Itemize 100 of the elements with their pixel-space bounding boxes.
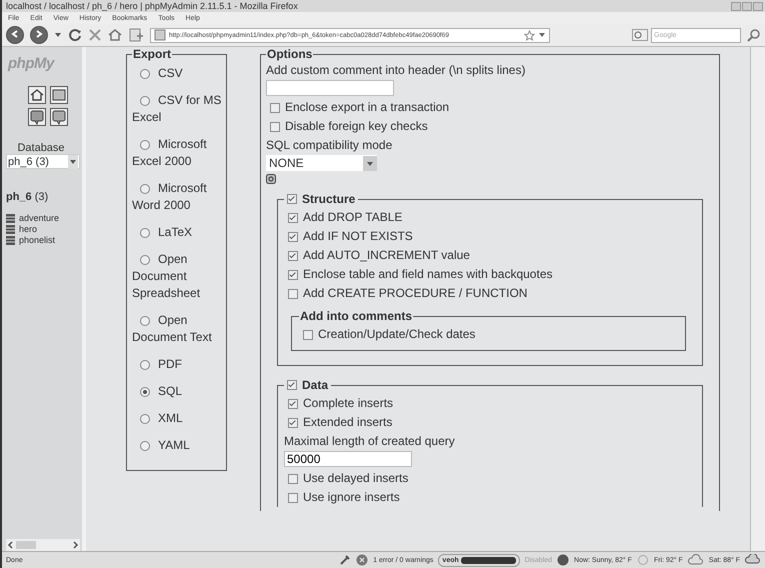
table-icon[interactable] <box>6 214 15 223</box>
scroll-left-icon[interactable] <box>7 541 15 549</box>
back-button[interactable] <box>6 26 24 44</box>
radio-button[interactable] <box>140 316 150 326</box>
radio-button[interactable] <box>140 387 150 397</box>
format-label[interactable]: PDF <box>132 356 226 373</box>
field-label: Add custom comment into header (\n splits lines) <box>266 62 526 79</box>
checkbox-label[interactable]: Add DROP TABLE <box>303 208 402 227</box>
checkbox-label[interactable]: Add CREATE PROCEDURE / FUNCTION <box>303 284 528 303</box>
query-length-input[interactable]: 50000 <box>284 451 412 467</box>
fieldset-legend: Options <box>266 47 314 61</box>
logo: phpMy <box>8 55 56 72</box>
checkbox[interactable] <box>270 122 280 132</box>
page-icon <box>154 29 166 41</box>
weather-icon <box>557 554 570 566</box>
checkbox-label[interactable]: Add AUTO_INCREMENT value <box>303 246 470 265</box>
checkbox-label[interactable]: Enclose export in a transaction <box>285 98 450 117</box>
cloud-icon <box>745 554 761 566</box>
fieldset-legend[interactable]: Structure <box>302 192 356 206</box>
checkbox-label[interactable]: Add IF NOT EXISTS <box>303 227 413 246</box>
checkbox[interactable] <box>288 212 298 222</box>
checkbox[interactable] <box>288 398 298 408</box>
format-label[interactable]: LaTeX <box>132 224 226 241</box>
database-label: Database <box>16 142 66 154</box>
checkbox-label[interactable]: Extended inserts <box>303 413 392 432</box>
checkbox[interactable] <box>288 492 298 502</box>
maximize-button[interactable] <box>742 2 752 10</box>
radio-button[interactable] <box>140 69 150 79</box>
star-icon[interactable] <box>524 30 535 40</box>
dropdown-caret-icon[interactable] <box>538 31 546 39</box>
table-link[interactable]: hero <box>19 224 38 235</box>
query-window-icon[interactable] <box>50 86 68 104</box>
horizontal-scrollbar[interactable] <box>6 539 80 551</box>
checkbox[interactable] <box>288 474 298 484</box>
checkbox[interactable] <box>288 250 298 260</box>
forward-button[interactable] <box>30 26 48 44</box>
vertical-scrollbar[interactable] <box>750 47 765 551</box>
field-label: Maximal length of created query <box>284 433 456 450</box>
table-icon[interactable] <box>6 225 15 234</box>
checkbox-label[interactable]: Creation/Update/Check dates <box>318 325 476 344</box>
stop-icon[interactable] <box>88 28 102 42</box>
table-count: (3) <box>34 191 48 203</box>
dropdown-caret-icon[interactable] <box>54 31 62 39</box>
checkbox-label[interactable]: Use ignore inserts <box>303 488 400 507</box>
home-icon[interactable] <box>108 28 122 42</box>
radio-button[interactable] <box>140 360 150 370</box>
checkbox[interactable] <box>270 102 280 112</box>
checkbox[interactable] <box>287 380 297 390</box>
dropdown-caret-icon <box>363 156 377 170</box>
radio-button[interactable] <box>140 140 150 150</box>
field-label: SQL compatibility mode <box>266 137 394 154</box>
checkbox[interactable] <box>303 330 313 340</box>
checkbox-label[interactable]: Complete inserts <box>303 394 394 413</box>
radio-button[interactable] <box>140 414 150 424</box>
format-label[interactable]: Open Document Text <box>132 312 226 346</box>
checkbox[interactable] <box>288 418 298 428</box>
help-icon[interactable] <box>266 174 276 184</box>
format-label[interactable]: Microsoft Excel 2000 <box>132 136 226 170</box>
database-select[interactable]: ph_6 (3) <box>6 154 80 169</box>
help-icon[interactable] <box>28 108 46 126</box>
fieldset-legend: Export <box>132 47 172 61</box>
radio-button[interactable] <box>140 441 150 451</box>
checkbox-label[interactable]: Enclose table and field names with backquotes <box>303 265 552 284</box>
compatibility-select[interactable]: NONE <box>266 155 377 171</box>
bookmark-page-icon[interactable] <box>128 28 144 42</box>
table-icon[interactable] <box>6 236 15 245</box>
checkbox[interactable] <box>288 232 298 242</box>
format-label[interactable]: XML <box>132 410 226 427</box>
documentation-icon[interactable] <box>50 108 68 126</box>
reload-icon[interactable] <box>68 28 82 42</box>
table-link[interactable]: adventure <box>19 213 60 224</box>
error-icon[interactable] <box>356 554 368 566</box>
search-icon[interactable] <box>747 28 761 42</box>
checkbox[interactable] <box>288 288 298 298</box>
radio-button[interactable] <box>140 184 150 194</box>
scroll-right-icon[interactable] <box>71 541 79 549</box>
format-label[interactable]: Open Document Spreadsheet <box>132 251 226 302</box>
format-label[interactable]: YAML <box>132 437 226 454</box>
checkbox[interactable] <box>288 270 298 280</box>
format-label[interactable]: SQL <box>132 383 226 400</box>
fieldset-legend[interactable]: Data <box>302 378 328 392</box>
radio-button[interactable] <box>140 228 150 238</box>
comment-input[interactable] <box>266 80 394 96</box>
dropdown-caret-icon <box>68 154 78 168</box>
home-icon[interactable] <box>28 86 46 104</box>
window-title: localhost / localhost / ph_6 / hero | phpMyAdmin 2.11.5.1 - Mozilla Firefox <box>6 1 298 11</box>
checkbox[interactable] <box>287 194 297 204</box>
checkbox-label[interactable]: Disable foreign key checks <box>285 117 428 136</box>
fieldset-legend: Add into comments <box>299 309 414 323</box>
format-label[interactable]: CSV for MS Excel <box>132 92 226 126</box>
search-engine-icon[interactable] <box>632 29 648 41</box>
checkbox-label[interactable]: Use delayed inserts <box>303 469 408 488</box>
radio-button[interactable] <box>140 96 150 106</box>
minimize-button[interactable] <box>731 2 741 10</box>
close-button[interactable] <box>753 2 763 10</box>
table-link[interactable]: phonelist <box>19 235 56 246</box>
radio-button[interactable] <box>140 255 150 265</box>
database-name-link[interactable]: ph_6 <box>6 191 32 203</box>
format-label[interactable]: CSV <box>132 65 226 82</box>
format-label[interactable]: Microsoft Word 2000 <box>132 180 226 214</box>
